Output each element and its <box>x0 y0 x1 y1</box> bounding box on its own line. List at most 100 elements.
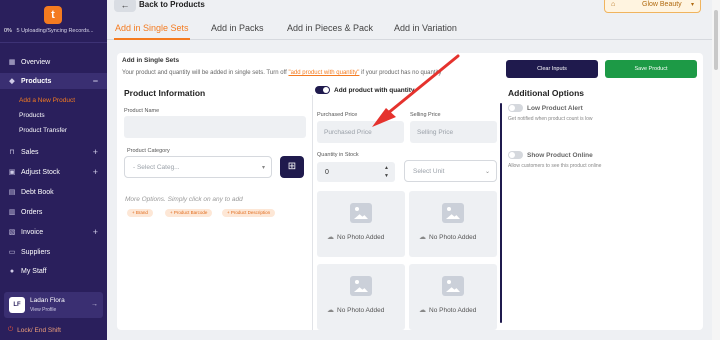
sidebar-item-label: Orders <box>21 208 43 216</box>
product-information-heading: Product Information <box>124 88 206 98</box>
image-placeholder-icon <box>442 276 464 296</box>
add-with-quantity-link[interactable]: "add product with quantity" <box>288 70 359 76</box>
scrollbar-thumb[interactable] <box>714 10 718 70</box>
book-icon: ▤ <box>8 189 16 196</box>
no-photo-label: No Photo Added <box>337 233 385 241</box>
stepper-arrows[interactable]: ▲ ▼ <box>382 164 391 180</box>
back-label[interactable]: Back to Products <box>139 0 205 9</box>
photo-slot[interactable]: ☁ No Photo Added <box>317 264 405 330</box>
quantity-in-stock-label: Quantity in Stock <box>317 152 359 158</box>
tab-single-sets[interactable]: Add in Single Sets <box>115 23 189 33</box>
sidebar-subitem-add-new-product[interactable]: Add a New Product <box>19 97 75 104</box>
sidebar-item-sales[interactable]: ⊓ Sales + <box>0 144 107 160</box>
user-icon: ● <box>9 267 15 275</box>
divider <box>0 42 107 43</box>
page-scrollbar[interactable] <box>712 0 720 340</box>
selling-price-field[interactable]: Selling Price <box>410 121 497 143</box>
cart-icon: ⊓ <box>9 149 15 156</box>
profile-card[interactable]: LF Ladan Flora View Profile → <box>4 292 103 318</box>
photo-slot[interactable]: ☁ No Photo Added <box>409 191 497 257</box>
profile-name: Ladan Flora <box>30 297 65 304</box>
unit-select[interactable]: Select Unit ⌄ <box>404 160 497 182</box>
chevron-down-icon: ▾ <box>261 164 265 171</box>
sidebar-item-orders[interactable]: ▥ Orders <box>0 204 107 220</box>
product-category-label: Product Category <box>127 148 170 154</box>
tab-pieces-pack[interactable]: Add in Pieces & Pack <box>287 23 373 33</box>
sync-percent: 0% <box>4 28 12 34</box>
image-placeholder-icon <box>350 203 372 223</box>
low-product-alert-toggle[interactable]: Low Product Alert <box>508 104 583 112</box>
active-tab-indicator <box>114 38 190 40</box>
grid-icon: ▦ <box>8 59 16 66</box>
sync-status: 0% 5 Uploading/Syncing Records... <box>4 28 104 34</box>
product-name-label: Product Name <box>124 108 160 114</box>
view-profile-link[interactable]: View Profile <box>30 307 56 313</box>
purchased-price-label: Purchased Price <box>317 112 358 118</box>
lock-end-shift-button[interactable]: ⏻ Lock/ End Shift <box>8 326 61 334</box>
add-category-button[interactable]: ⊞ <box>280 156 304 178</box>
truck-icon: ▭ <box>8 249 16 256</box>
purchased-price-field[interactable]: Purchased Price <box>317 121 404 143</box>
column-divider <box>312 95 313 330</box>
sidebar-item-debt-book[interactable]: ▤ Debt Book <box>0 184 107 200</box>
sidebar-subitem-products[interactable]: Products <box>19 112 45 119</box>
column-scrollbar[interactable] <box>500 103 502 323</box>
more-options-text: More Options. Simply click on any to add <box>125 196 243 203</box>
toggle-label: Add product with quantity <box>334 86 415 94</box>
toggle-switch[interactable] <box>508 104 523 112</box>
sidebar-item-invoice[interactable]: ▧ Invoice + <box>0 224 107 240</box>
app-root: t 0% 5 Uploading/Syncing Records... ▦ Ov… <box>0 0 720 340</box>
add-brand-chip[interactable]: + Brand <box>127 209 153 217</box>
add-with-quantity-toggle[interactable]: Add product with quantity <box>315 86 415 94</box>
product-form-card: Add in Single Sets Your product and quan… <box>117 53 703 330</box>
toggle-switch[interactable] <box>315 86 330 94</box>
show-product-online-toggle[interactable]: Show Product Online <box>508 151 593 159</box>
photo-slot[interactable]: ☁ No Photo Added <box>409 264 497 330</box>
toggle-label: Show Product Online <box>527 151 593 159</box>
show-product-online-hint: Allow customers to see this product onli… <box>508 163 602 169</box>
increment-icon[interactable]: ▲ <box>382 164 391 172</box>
no-photo-label: No Photo Added <box>429 306 477 314</box>
purchased-price-placeholder: Purchased Price <box>324 128 372 136</box>
toggle-switch[interactable] <box>508 151 523 159</box>
add-category-icon: ⊞ <box>287 161 297 172</box>
sidebar-item-products[interactable]: ◆ Products − <box>0 73 107 89</box>
expand-icon: + <box>92 227 98 237</box>
sidebar-item-label: Products <box>21 77 52 85</box>
form-title: Add in Single Sets <box>122 57 180 64</box>
photo-slot[interactable]: ☁ No Photo Added <box>317 191 405 257</box>
clear-inputs-button[interactable]: Clear Inputs <box>506 60 598 78</box>
save-product-button[interactable]: Save Product <box>605 60 697 78</box>
upload-icon: ☁ <box>419 307 426 314</box>
sidebar-subitem-product-transfer[interactable]: Product Transfer <box>19 127 67 134</box>
expand-icon: + <box>92 167 98 177</box>
sidebar-item-overview[interactable]: ▦ Overview <box>0 54 107 70</box>
sidebar-item-my-staff[interactable]: ● My Staff <box>0 263 107 279</box>
sidebar: t 0% 5 Uploading/Syncing Records... ▦ Ov… <box>0 0 107 340</box>
quantity-stepper[interactable]: 0 ▲ ▼ <box>317 162 395 182</box>
sidebar-item-suppliers[interactable]: ▭ Suppliers <box>0 244 107 260</box>
add-description-chip[interactable]: + Product Description <box>222 209 276 217</box>
upload-icon: ☁ <box>419 234 426 241</box>
store-selector[interactable]: ⌂ Glow Beauty ▾ <box>604 0 701 13</box>
product-category-select[interactable]: - Select Categ... ▾ <box>124 156 272 178</box>
add-barcode-chip[interactable]: + Product Barcode <box>165 209 213 217</box>
sidebar-item-label: My Staff <box>21 267 47 275</box>
product-name-field[interactable] <box>124 116 306 138</box>
chevron-down-icon: ⌄ <box>484 168 490 175</box>
sidebar-item-label: Adjust Stock <box>21 168 60 176</box>
tab-packs[interactable]: Add in Packs <box>211 23 264 33</box>
no-photo-label: No Photo Added <box>337 306 385 314</box>
image-placeholder-icon <box>442 203 464 223</box>
upload-icon: ☁ <box>327 234 334 241</box>
desc-text: Your product and quantity will be added … <box>122 70 289 76</box>
sidebar-item-label: Overview <box>21 58 51 66</box>
decrement-icon[interactable]: ▼ <box>382 172 391 180</box>
sidebar-item-adjust-stock[interactable]: ▣ Adjust Stock + <box>0 164 107 180</box>
quantity-value: 0 <box>325 168 329 176</box>
toggle-label: Low Product Alert <box>527 104 583 112</box>
back-button[interactable]: ← <box>114 0 136 12</box>
tag-icon: ◆ <box>9 78 15 85</box>
tab-variation[interactable]: Add in Variation <box>394 23 457 33</box>
topbar: ← Back to Products ⌂ Glow Beauty ▾ <box>107 0 720 16</box>
